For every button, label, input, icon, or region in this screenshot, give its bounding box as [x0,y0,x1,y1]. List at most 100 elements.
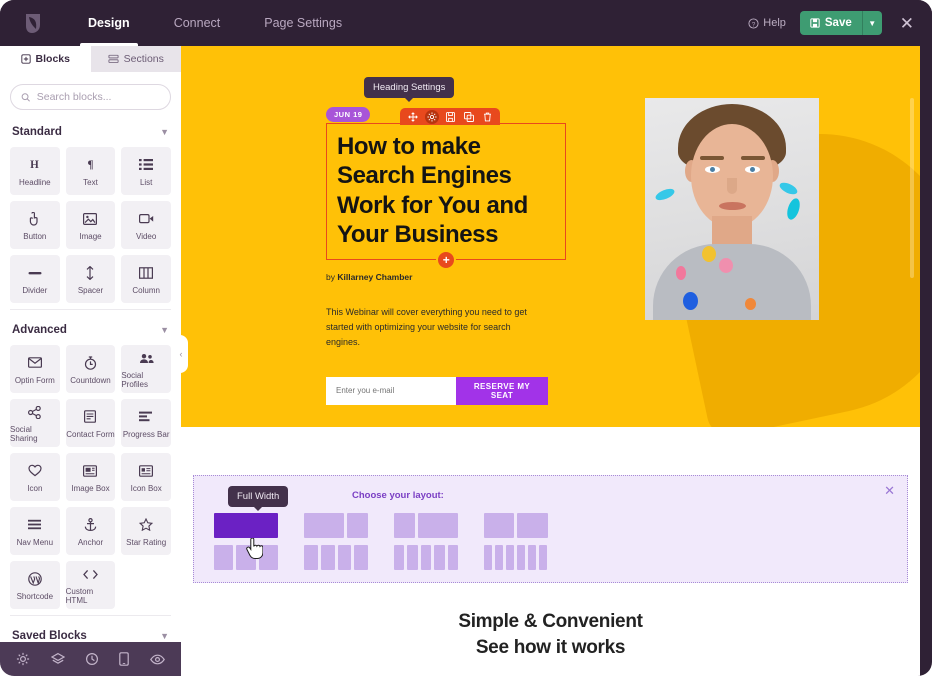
block-star-rating[interactable]: Star Rating [121,507,171,555]
block-spacer[interactable]: Spacer [65,255,116,303]
layout-option-six-equal[interactable] [484,545,548,570]
group-advanced-label: Advanced [12,324,67,336]
trash-icon[interactable] [483,112,492,122]
sidebar-footer-toolbar [0,642,181,676]
wordpress-icon [28,570,42,588]
layout-option-two-thirds-one-third[interactable] [304,513,368,538]
block-image[interactable]: Image [65,201,116,249]
block-video[interactable]: Video [121,201,171,249]
group-header-advanced[interactable]: Advanced ▼ [10,309,171,345]
layout-segment [517,545,525,570]
layout-option-one-third-two-thirds[interactable] [394,513,458,538]
layout-segment [407,545,418,570]
floppy-disk-icon [810,18,820,28]
block-list[interactable]: List [121,147,171,195]
block-column[interactable]: Column [121,255,171,303]
tab-blocks[interactable]: Blocks [0,46,91,72]
plus-icon: + [442,253,450,268]
block-optin-form[interactable]: Optin Form [10,345,60,393]
block-text[interactable]: ¶ Text [65,147,116,195]
block-image-box[interactable]: Image Box [65,453,116,501]
layers-icon[interactable] [50,652,65,666]
search-blocks-input[interactable] [36,91,160,103]
layout-segment [258,545,278,570]
photo-eye-right [745,166,760,173]
page-canvas: JUN 19 Heading Settings How to make Sear… [181,46,920,676]
headline-element[interactable]: How to make Search Engines Work for You … [326,123,566,271]
layout-picker-close[interactable]: ✕ [884,484,895,497]
block-nav-menu[interactable]: Nav Menu [10,507,60,555]
layout-option-four-equal[interactable] [304,545,368,570]
nav-connect-label: Connect [173,16,221,30]
block-divider[interactable]: Divider [10,255,60,303]
history-icon[interactable] [85,652,99,666]
block-button[interactable]: Button [10,201,60,249]
duplicate-icon[interactable] [464,111,474,122]
nav-page-settings[interactable]: Page Settings [242,0,364,46]
hero-photo[interactable] [645,98,819,320]
nav-design[interactable]: Design [66,0,152,46]
block-headline[interactable]: H Headline [10,147,60,195]
leaf-logo[interactable] [10,0,56,46]
column-icon [139,264,154,282]
block-icon[interactable]: Icon [10,453,60,501]
full-width-tooltip-label: Full Width [237,491,280,502]
hero-description: This Webinar will cover everything you n… [326,307,527,347]
block-social-sharing[interactable]: Social Sharing [10,399,60,447]
eye-preview-icon[interactable] [149,654,165,665]
block-icon-box[interactable]: Icon Box [121,453,171,501]
block-anchor[interactable]: Anchor [65,507,116,555]
tab-sections[interactable]: Sections [90,46,181,72]
layout-option-full-width[interactable] [214,513,278,538]
help-link[interactable]: ? Help [748,17,786,29]
group-header-standard[interactable]: Standard ▼ [10,112,171,147]
layout-segment [484,545,492,570]
save-dropdown-toggle[interactable]: ▼ [861,11,882,35]
layout-option-half-half[interactable] [484,513,548,538]
people-icon [139,349,154,367]
hero-text-column: JUN 19 Heading Settings How to make Sear… [326,77,566,405]
layout-segment [236,545,256,570]
help-label: Help [763,17,786,29]
gear-icon[interactable] [16,652,30,666]
close-button[interactable]: ✕ [896,13,918,34]
block-countdown[interactable]: Countdown [65,345,116,393]
search-blocks-box[interactable] [10,84,171,110]
block-social-profiles[interactable]: Social Profiles [121,345,171,393]
reserve-seat-button[interactable]: RESERVE MY SEAT [456,376,548,405]
help-icon: ? [748,17,759,29]
layout-segment [394,545,405,570]
confetti-orange [745,298,756,310]
block-shortcode[interactable]: Shortcode [10,561,60,609]
layout-segment [394,513,415,538]
heading-settings-tooltip-label: Heading Settings [373,82,446,93]
block-contact-form[interactable]: Contact Form [65,399,116,447]
confetti-yellow [702,246,716,262]
add-block-button[interactable]: + [436,250,456,271]
gear-icon[interactable] [425,109,439,124]
group-header-saved-blocks[interactable]: Saved Blocks ▼ [10,615,171,642]
move-icon[interactable] [408,111,418,122]
block-progress-bar[interactable]: Progress Bar [121,399,171,447]
email-input[interactable] [326,376,456,405]
nav-connect[interactable]: Connect [152,0,243,46]
photo-brow-left [700,156,724,160]
close-icon: ✕ [884,483,895,498]
bottom-heading-line2: See how it works [475,636,626,658]
save-button[interactable]: Save ▼ [799,11,882,35]
block-custom-html[interactable]: Custom HTML [65,561,116,609]
save-block-icon[interactable] [446,111,455,122]
sections-icon [108,54,119,63]
canvas-gap [181,427,920,475]
layout-option-three-equal[interactable] [214,545,278,570]
layout-picker-panel: ✕ Choose your layout: Full Width [193,475,908,583]
sidebar-collapse-handle[interactable]: ‹ [174,335,188,373]
canvas-scrollbar[interactable] [910,98,914,278]
bottom-section: Simple & Convenient See how it works [181,583,920,660]
layout-option-five-equal[interactable] [394,545,459,570]
save-label: Save [824,17,852,29]
device-preview-icon[interactable] [119,652,130,666]
advanced-blocks-grid: Optin Form Countdown Social Profiles Soc… [10,345,171,609]
button-click-icon [28,210,41,228]
layout-segment [506,545,514,570]
